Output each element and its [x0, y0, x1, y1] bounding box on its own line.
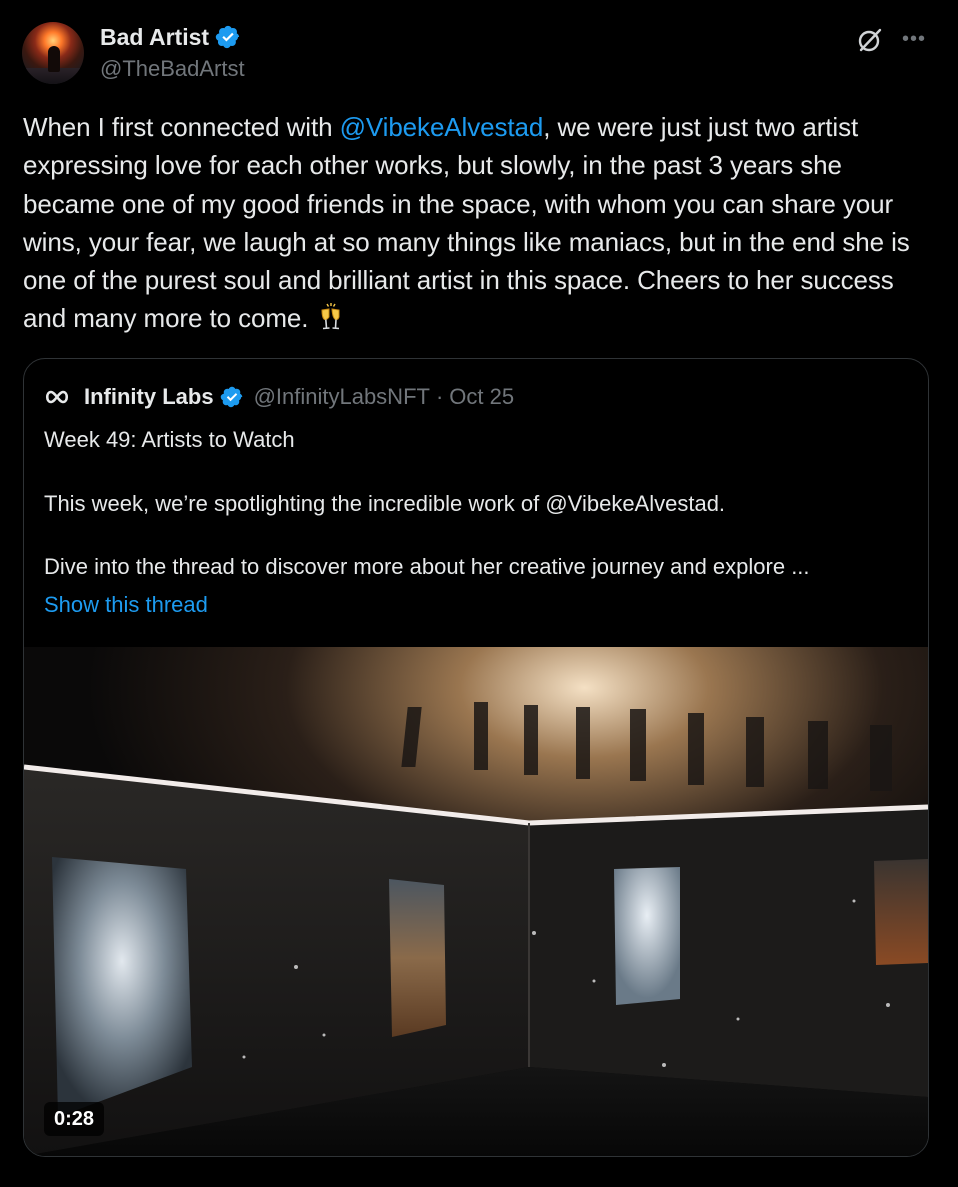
quoted-author-name[interactable]: Infinity Labs	[84, 382, 214, 412]
more-options-icon[interactable]: •••	[898, 24, 930, 54]
tweet[interactable]: Bad Artist @TheBadArtst ••• When I first…	[0, 0, 958, 1187]
show-thread-link[interactable]: Show this thread	[44, 590, 208, 620]
video-thumbnail	[24, 647, 928, 1156]
author-avatar[interactable]	[22, 22, 84, 84]
author-name-row[interactable]: Bad Artist	[100, 22, 241, 52]
mention-link[interactable]: @VibekeAlvestad	[340, 112, 544, 142]
quoted-author-handle[interactable]: @InfinityLabsNFT	[254, 382, 430, 412]
verified-badge-icon	[215, 25, 240, 49]
separator-dot: ·	[435, 384, 444, 409]
quoted-tweet-title: Week 49: Artists to Watch	[44, 427, 295, 452]
verified-badge-icon	[220, 386, 242, 408]
grok-icon[interactable]	[856, 26, 884, 54]
quoted-tweet-line: Dive into the thread to discover more ab…	[44, 554, 810, 579]
quoted-tweet-header: Infinity Labs @InfinityLabsNFT · Oct 25	[44, 381, 514, 413]
video-player[interactable]: 0:28	[24, 647, 928, 1156]
video-duration: 0:28	[44, 1102, 105, 1136]
post-text-rest: , we were just just two artist expressin…	[23, 112, 910, 334]
infinity-labs-logo-icon[interactable]	[44, 389, 70, 405]
quoted-tweet-date[interactable]: Oct 25	[449, 382, 514, 412]
quoted-tweet[interactable]: Infinity Labs @InfinityLabsNFT · Oct 25 …	[23, 358, 929, 1157]
author-handle[interactable]: @TheBadArtst	[100, 55, 245, 83]
post-text-start: When I first connected with	[23, 112, 340, 142]
clinking-glasses-icon	[320, 303, 339, 330]
quoted-tweet-line: This week, we’re spotlighting the incred…	[44, 491, 726, 516]
author-name[interactable]: Bad Artist	[100, 22, 209, 52]
post-text: When I first connected with @VibekeAlves…	[23, 108, 938, 338]
